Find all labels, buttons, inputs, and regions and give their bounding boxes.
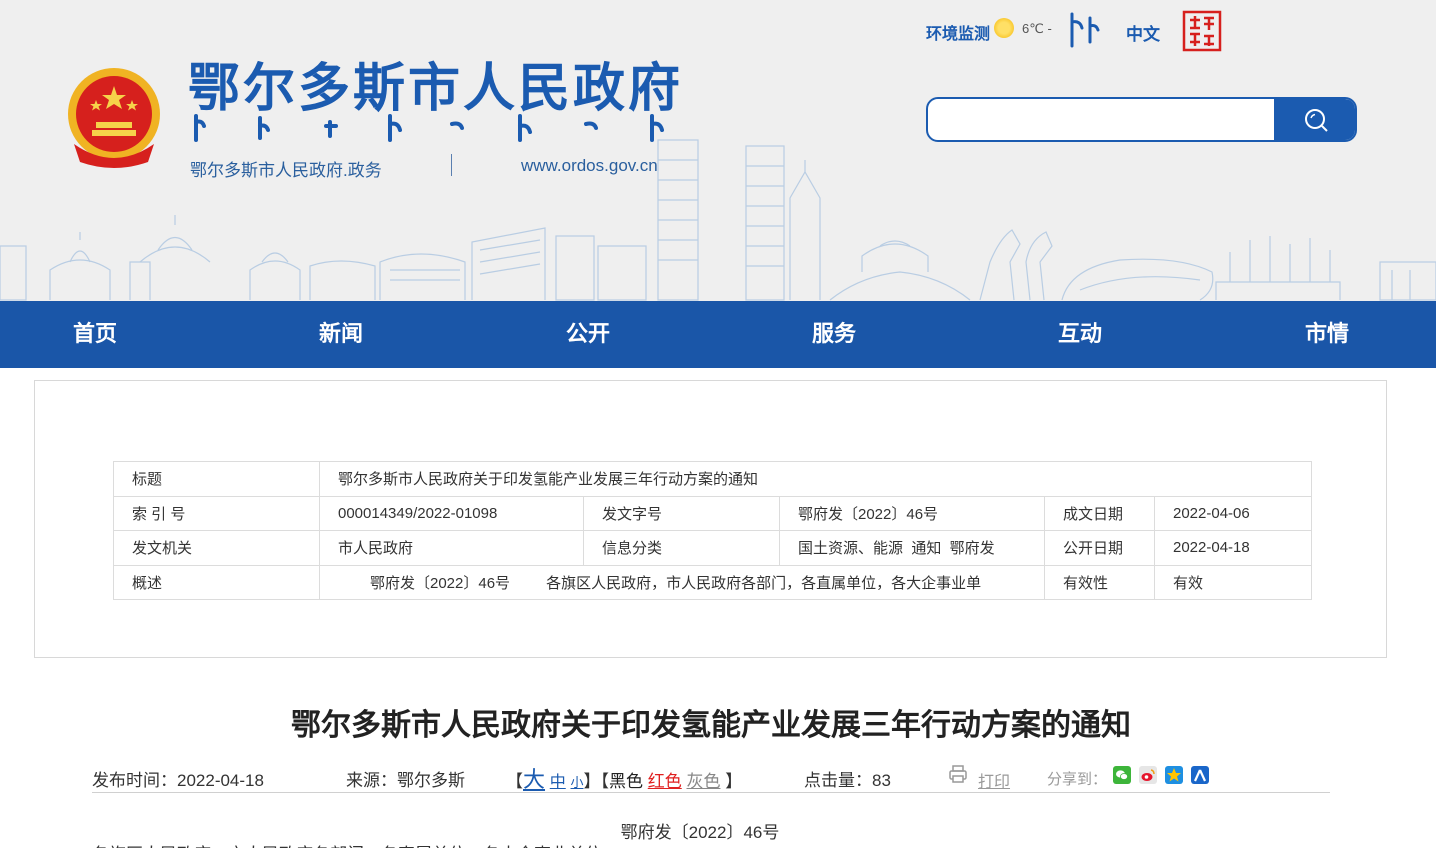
chinese-language-link[interactable]: 中文 xyxy=(1126,20,1160,45)
title-label: 标题 xyxy=(113,461,320,497)
summary-value: 鄂府发〔2022〕46号 各旗区人民政府，市人民政府各部门，各直属单位，各大企事业… xyxy=(319,564,1045,600)
table-row: 索 引 号 000014349/2022-01098 发文字号 鄂府发〔2022… xyxy=(113,495,1313,531)
table-row: 发文机关 市人民政府 信息分类 国土资源、能源 通知 鄂府发 公开日期 2022… xyxy=(113,530,1313,566)
font-size-small-link[interactable]: 小 xyxy=(571,775,584,790)
published-date-label: 公开日期 xyxy=(1044,530,1155,566)
validity-value: 有效 xyxy=(1153,564,1313,600)
table-row: 概述 鄂府发〔2022〕46号 各旗区人民政府，市人民政府各部门，各直属单位，各大… xyxy=(113,564,1313,600)
share-label: 分享到： xyxy=(1047,771,1108,788)
published-date-value: 2022-04-18 xyxy=(1153,530,1313,566)
table-row: 标题 鄂尔多斯市人民政府关于印发氢能产业发展三年行动方案的通知 xyxy=(113,461,1313,497)
index-value: 000014349/2022-01098 xyxy=(319,495,584,531)
search-input[interactable] xyxy=(928,99,1274,140)
mongolian-script-title xyxy=(194,114,664,142)
category-label: 信息分类 xyxy=(583,530,780,566)
article-title: 鄂尔多斯市人民政府关于印发氢能产业发展三年行动方案的通知 xyxy=(291,708,1131,743)
qzone-icon[interactable] xyxy=(1165,766,1183,784)
created-date-label: 成文日期 xyxy=(1044,495,1155,531)
site-header: 鄂尔多斯市人民政府 鄂尔多斯市人民政府.政务 www.ordos.gov.cn … xyxy=(0,0,1436,301)
bracket: 】【 xyxy=(583,772,610,791)
issuer-label: 发文机关 xyxy=(113,530,320,566)
article-source: 来源：鄂尔多斯 xyxy=(346,771,465,790)
summary-label: 概述 xyxy=(113,564,320,600)
validity-label: 有效性 xyxy=(1044,564,1155,600)
top-utility-links: 环境监测 6℃ - 中文 xyxy=(926,10,1246,52)
created-date-value: 2022-04-06 xyxy=(1153,495,1313,531)
site-title: 鄂尔多斯市人民政府 xyxy=(188,59,684,119)
color-black-link[interactable]: 黑色 xyxy=(609,772,643,791)
publish-date: 发布时间：2022-04-18 xyxy=(92,771,264,790)
print-link[interactable]: 打印 xyxy=(978,768,1010,792)
search-button[interactable] xyxy=(1274,99,1355,140)
ordos-seal-icon[interactable] xyxy=(1182,10,1222,52)
nav-interaction[interactable]: 互动 xyxy=(1058,301,1102,368)
mongolian-language-icon[interactable] xyxy=(1064,10,1100,50)
issuer-value: 市人民政府 xyxy=(319,530,584,566)
category-value: 国土资源、能源 通知 鄂府发 xyxy=(779,530,1045,566)
summary-doc-number: 鄂府发〔2022〕46号 xyxy=(370,574,511,592)
title-value: 鄂尔多斯市人民政府关于印发氢能产业发展三年行动方案的通知 xyxy=(318,461,1313,497)
index-label: 索 引 号 xyxy=(113,495,320,531)
color-gray-link[interactable]: 灰色 xyxy=(686,772,720,791)
main-navigation: 首页 新闻 公开 服务 互动 市情 xyxy=(0,301,1436,368)
wechat-icon[interactable] xyxy=(1113,766,1131,784)
national-emblem-icon xyxy=(68,68,160,168)
temperature-readout: 6℃ - xyxy=(1022,21,1052,36)
sun-icon xyxy=(994,18,1014,38)
nav-city-info[interactable]: 市情 xyxy=(1305,301,1349,368)
document-info-table: 标题 鄂尔多斯市人民政府关于印发氢能产业发展三年行动方案的通知 索 引 号 00… xyxy=(113,461,1313,600)
site-subtitle: 鄂尔多斯市人民政府.政务 xyxy=(190,161,382,180)
search-box xyxy=(926,97,1357,142)
renren-icon[interactable] xyxy=(1191,766,1209,784)
document-info-panel: 标题 鄂尔多斯市人民政府关于印发氢能产业发展三年行动方案的通知 索 引 号 00… xyxy=(34,380,1387,658)
font-size-controls: 【大 中 小】【黑色 红色 灰色 】 xyxy=(506,762,742,794)
bracket: 【 xyxy=(506,772,523,791)
nav-home[interactable]: 首页 xyxy=(73,301,117,368)
nav-news[interactable]: 新闻 xyxy=(319,301,363,368)
hit-count: 点击量：83 xyxy=(804,771,891,790)
search-icon xyxy=(1304,108,1328,132)
doc-number-value: 鄂府发〔2022〕46号 xyxy=(779,495,1045,531)
summary-text: 各旗区人民政府，市人民政府各部门，各直属单位，各大企事业单 xyxy=(546,574,982,592)
environment-monitor-link[interactable]: 环境监测 xyxy=(926,20,990,44)
nav-disclosure[interactable]: 公开 xyxy=(566,301,610,368)
article-meta-bar: 发布时间：2022-04-18 来源：鄂尔多斯 【大 中 小】【黑色 红色 灰色… xyxy=(92,762,1330,792)
nav-services[interactable]: 服务 xyxy=(812,301,856,368)
subtitle-divider xyxy=(451,154,452,176)
color-red-link[interactable]: 红色 xyxy=(648,772,682,791)
font-size-large-link[interactable]: 大 xyxy=(523,767,545,792)
printer-icon[interactable] xyxy=(948,764,968,784)
meta-divider xyxy=(92,792,1330,793)
font-size-medium-link[interactable]: 中 xyxy=(550,774,566,791)
article-body-first-line: 各旗区人民政府，市人民政府各部门，各直属单位，各大企事业单位： xyxy=(92,840,619,848)
site-url: www.ordos.gov.cn xyxy=(521,156,658,175)
bracket: 】 xyxy=(725,772,743,791)
weibo-icon[interactable] xyxy=(1139,766,1157,784)
doc-number-label: 发文字号 xyxy=(583,495,780,531)
